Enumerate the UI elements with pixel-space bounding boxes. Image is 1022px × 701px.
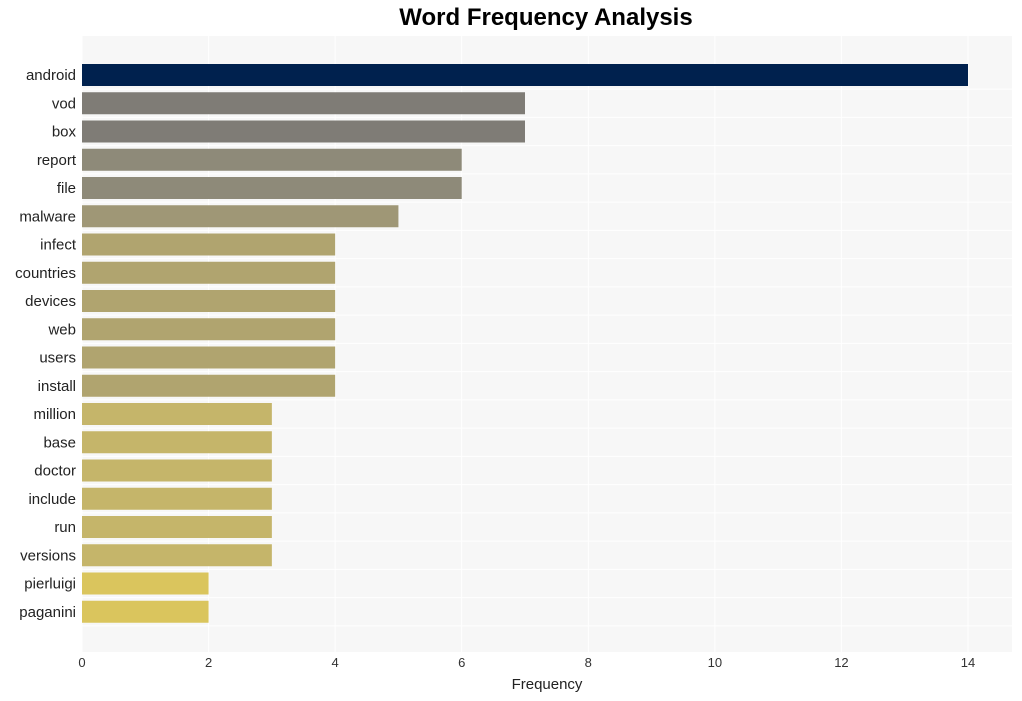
bar-versions bbox=[82, 544, 272, 567]
bar-report bbox=[82, 148, 462, 171]
x-tick-label: 10 bbox=[708, 655, 722, 670]
x-tick-label: 2 bbox=[205, 655, 212, 670]
bar-android bbox=[82, 64, 968, 86]
y-axis-labels: android vod box report file malware infect coun… bbox=[15, 67, 77, 621]
bar-malware bbox=[82, 205, 399, 228]
bar-install bbox=[82, 374, 336, 397]
y-label-pierluigi: pierluigi bbox=[24, 576, 76, 593]
bar-paganini bbox=[82, 600, 209, 623]
y-label-box: box bbox=[52, 124, 77, 141]
bar-web bbox=[82, 318, 336, 341]
x-axis-label: Frequency bbox=[512, 676, 583, 693]
bar-doctor bbox=[82, 459, 272, 482]
x-tick-label: 14 bbox=[961, 655, 975, 670]
x-tick-label: 8 bbox=[585, 655, 592, 670]
bar-million bbox=[82, 403, 272, 425]
y-label-malware: malware bbox=[19, 208, 76, 225]
bar-run bbox=[82, 516, 272, 538]
y-label-million: million bbox=[33, 406, 76, 423]
bar-base bbox=[82, 431, 272, 454]
bar-vod bbox=[82, 92, 525, 115]
bar-devices bbox=[82, 290, 336, 312]
y-label-file: file bbox=[57, 180, 76, 197]
bar-countries bbox=[82, 261, 336, 284]
bar-include bbox=[82, 487, 272, 510]
y-label-include: include bbox=[28, 491, 76, 508]
bar-users bbox=[82, 346, 336, 369]
x-tick-label: 0 bbox=[78, 655, 85, 670]
y-label-users: users bbox=[39, 350, 76, 367]
y-label-versions: versions bbox=[20, 547, 76, 564]
bar-box bbox=[82, 120, 525, 143]
x-tick-label: 4 bbox=[332, 655, 339, 670]
y-label-paganini: paganini bbox=[19, 604, 76, 621]
x-axis-ticks: 0 2 4 6 8 10 12 14 bbox=[78, 655, 975, 670]
bar-chart: android vod box report file malware infect coun… bbox=[15, 36, 1012, 693]
y-label-countries: countries bbox=[15, 265, 76, 282]
bar-file bbox=[82, 177, 462, 199]
y-label-report: report bbox=[37, 152, 77, 169]
y-label-web: web bbox=[47, 321, 76, 338]
y-label-base: base bbox=[43, 434, 76, 451]
x-tick-label: 6 bbox=[458, 655, 465, 670]
y-label-run: run bbox=[54, 519, 76, 536]
y-label-doctor: doctor bbox=[34, 463, 76, 480]
y-label-vod: vod bbox=[52, 95, 76, 112]
bar-pierluigi bbox=[82, 572, 209, 595]
bar-infect bbox=[82, 233, 336, 256]
y-label-install: install bbox=[38, 378, 76, 395]
y-label-devices: devices bbox=[25, 293, 76, 310]
x-tick-label: 12 bbox=[834, 655, 848, 670]
y-label-infect: infect bbox=[40, 237, 77, 254]
y-label-android: android bbox=[26, 67, 76, 84]
